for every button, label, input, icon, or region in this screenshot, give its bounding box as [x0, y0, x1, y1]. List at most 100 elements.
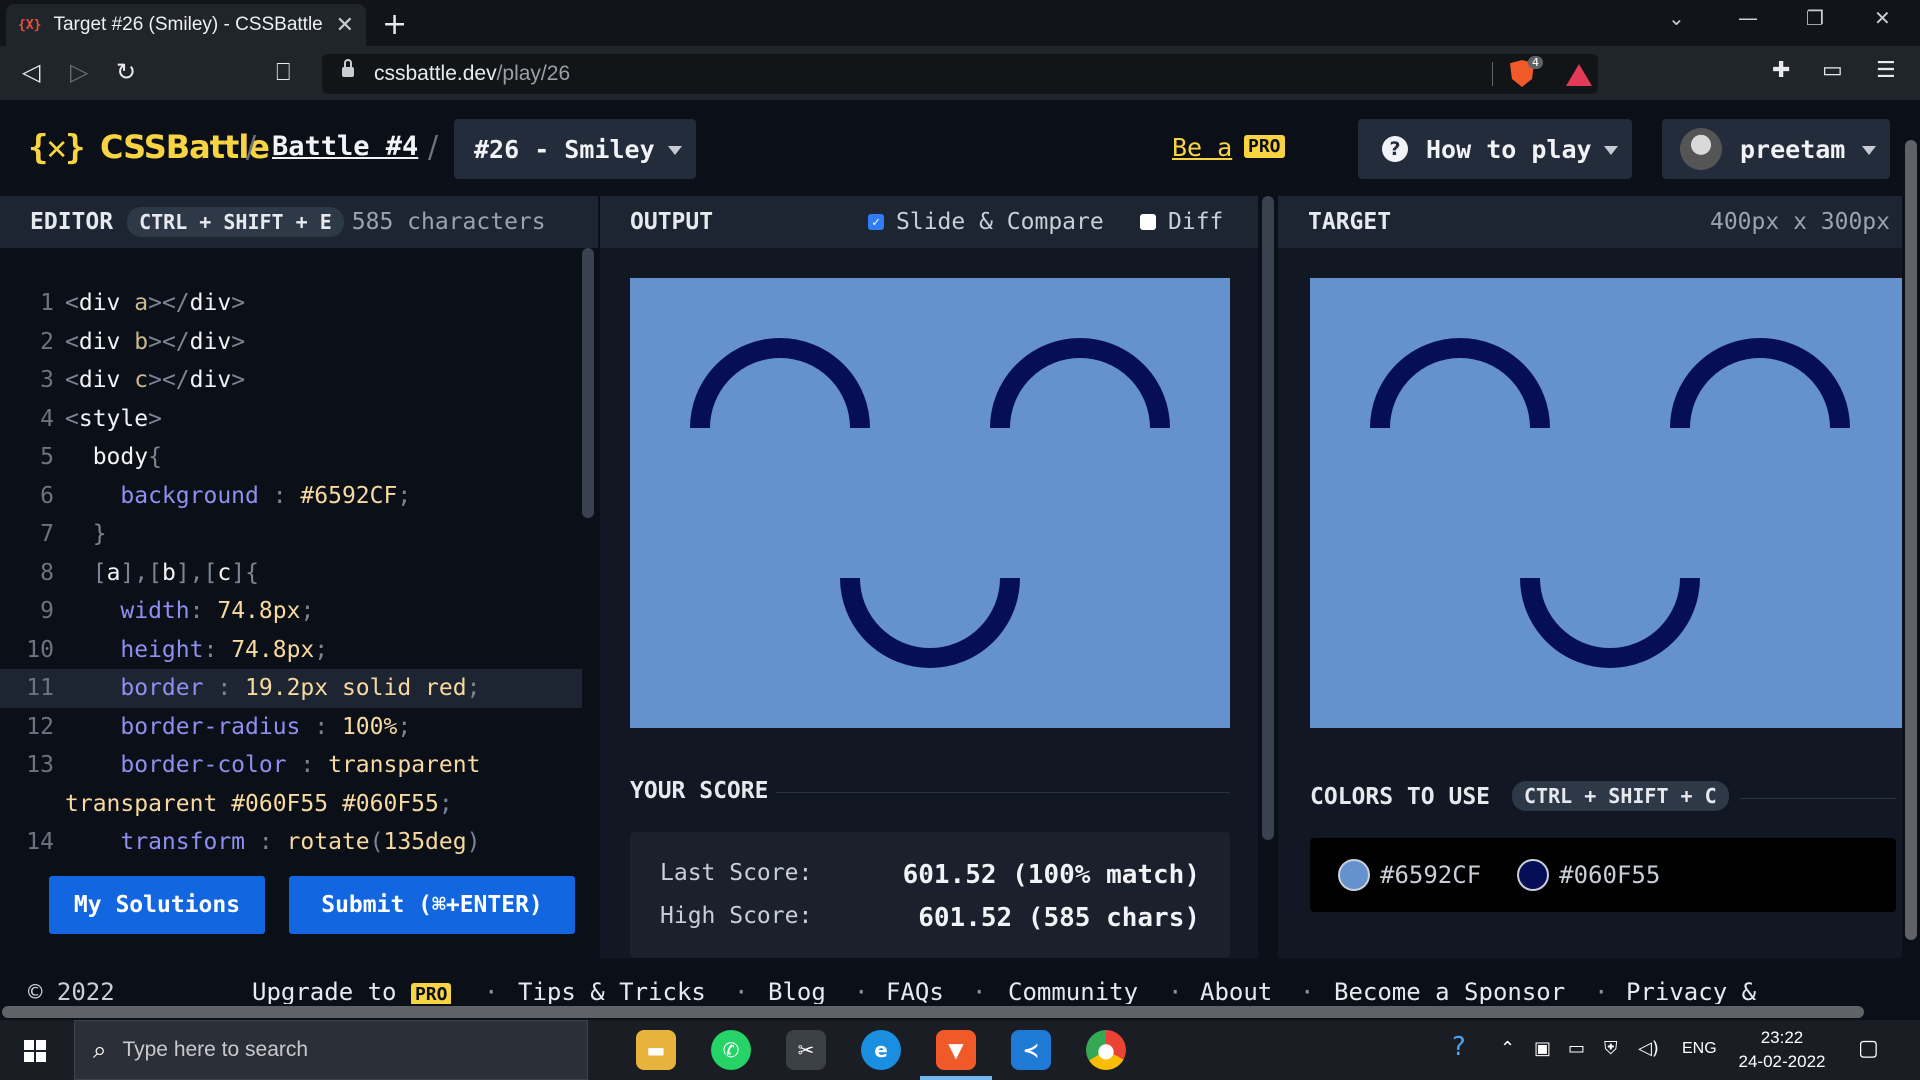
about-link[interactable]: About: [1200, 978, 1272, 1006]
extensions-icon[interactable]: ✚: [1772, 58, 1790, 83]
snipping-tool-icon[interactable]: ✂: [786, 1030, 826, 1070]
display-icon[interactable]: ▣: [1534, 1038, 1551, 1059]
code-line[interactable]: 14 transform : rotate(135deg): [0, 823, 582, 862]
code-line[interactable]: 9 width: 74.8px;: [0, 592, 582, 631]
battery-icon[interactable]: ▭: [1568, 1038, 1585, 1059]
file-explorer-icon[interactable]: ▬: [636, 1030, 676, 1070]
diff-option[interactable]: Diff: [1140, 209, 1223, 235]
wallet-icon[interactable]: ▭: [1822, 58, 1843, 83]
notifications-icon[interactable]: ▢: [1858, 1036, 1879, 1061]
window-close-button[interactable]: ✕: [1874, 6, 1891, 30]
code-text[interactable]: transform : rotate(135deg): [65, 823, 582, 862]
code-line[interactable]: 7 }: [0, 515, 582, 554]
code-text[interactable]: border : 19.2px solid red;: [65, 669, 582, 708]
vscode-icon[interactable]: ≺: [1011, 1030, 1051, 1070]
tips-link[interactable]: Tips & Tricks: [518, 978, 706, 1006]
code-token: ></: [148, 367, 190, 393]
diff-checkbox[interactable]: [1140, 214, 1156, 230]
line-number: 7: [40, 521, 54, 547]
cssbattle-logo-icon[interactable]: {✕}: [28, 128, 85, 168]
chrome-icon[interactable]: ●: [1086, 1030, 1126, 1070]
restore-button[interactable]: ❐: [1806, 6, 1824, 30]
reload-icon[interactable]: ↻: [116, 58, 136, 86]
color-swatch[interactable]: [1338, 859, 1370, 891]
be-pro-link[interactable]: Be a PRO: [1172, 133, 1285, 162]
back-icon[interactable]: ◁: [22, 58, 40, 86]
bookmark-icon[interactable]: ⎕: [276, 58, 290, 86]
code-line[interactable]: 1 <div a></div>: [0, 284, 582, 323]
sponsor-link[interactable]: Become a Sponsor: [1334, 978, 1565, 1006]
security-icon[interactable]: ⛨: [1604, 1038, 1618, 1059]
code-text[interactable]: <div c></div>: [65, 361, 582, 400]
code-text[interactable]: <div b></div>: [65, 323, 582, 362]
tab-search-icon[interactable]: ⌄: [1668, 6, 1685, 30]
user-menu[interactable]: preetam: [1662, 119, 1890, 179]
url-text[interactable]: cssbattle.dev/play/26: [374, 62, 570, 86]
code-text[interactable]: background : #6592CF;: [65, 477, 582, 516]
code-line[interactable]: 6 background : #6592CF;: [0, 477, 582, 516]
color-swatch[interactable]: [1517, 859, 1550, 891]
code-text[interactable]: <style>: [65, 400, 582, 439]
edge-icon[interactable]: e: [861, 1030, 901, 1070]
code-editor[interactable]: 1 <div a></div> 2 <div b></div> 3 <div c></di…: [0, 248, 598, 958]
panel-resize-handle[interactable]: [1262, 196, 1274, 840]
horizontal-scrollbar[interactable]: [0, 1004, 1920, 1020]
whatsapp-icon[interactable]: ✆: [711, 1030, 751, 1070]
editor-scrollbar[interactable]: [582, 248, 594, 518]
code-line[interactable]: 2 <div b></div>: [0, 323, 582, 362]
slide-compare-option[interactable]: ✓ Slide & Compare: [868, 209, 1104, 235]
output-canvas[interactable]: [630, 278, 1230, 728]
code-line[interactable]: 8 [a],[b],[c]{: [0, 554, 582, 593]
language-indicator[interactable]: ENG: [1682, 1040, 1717, 1058]
chevron-up-icon[interactable]: ⌃: [1500, 1038, 1515, 1059]
submit-button[interactable]: Submit (⌘+ENTER): [289, 876, 575, 934]
code-line[interactable]: 3 <div c></div>: [0, 361, 582, 400]
color-hex-label[interactable]: #060F55: [1559, 861, 1660, 889]
color-hex-label[interactable]: #6592CF: [1380, 861, 1481, 889]
menu-icon[interactable]: ☰: [1876, 58, 1896, 83]
code-line[interactable]: 13 border-color : transparent transparen…: [0, 746, 582, 823]
cssbattle-logo-text[interactable]: CSSBattle: [100, 128, 270, 166]
code-text[interactable]: body{: [65, 438, 582, 477]
privacy-link[interactable]: Privacy &: [1626, 978, 1756, 1006]
tab-close-icon[interactable]: ✕: [336, 13, 354, 38]
blog-link[interactable]: Blog: [768, 978, 826, 1006]
windows-start-icon[interactable]: [24, 1040, 46, 1062]
my-solutions-button[interactable]: My Solutions: [49, 876, 265, 934]
target-select-dropdown[interactable]: #26 - Smiley: [454, 119, 696, 179]
breadcrumb-battle-link[interactable]: Battle #4: [272, 131, 418, 162]
page-scrollbar[interactable]: [1902, 100, 1920, 958]
code-line[interactable]: 10 height: 74.8px;: [0, 631, 582, 670]
system-clock[interactable]: 23:22 24-02-2022: [1732, 1026, 1832, 1074]
browser-tab[interactable]: {X} Target #26 (Smiley) - CSSBattle ✕: [6, 4, 366, 46]
volume-icon[interactable]: ◁): [1638, 1038, 1659, 1059]
code-lines[interactable]: 1 <div a></div> 2 <div b></div> 3 <div c></di…: [0, 284, 582, 862]
code-text[interactable]: [a],[b],[c]{: [65, 554, 582, 593]
new-tab-button[interactable]: +: [382, 7, 407, 42]
slide-compare-checkbox[interactable]: ✓: [868, 214, 884, 230]
code-line[interactable]: 4 <style>: [0, 400, 582, 439]
upgrade-link[interactable]: Upgrade to PRO: [252, 978, 452, 1006]
code-text[interactable]: border-radius : 100%;: [65, 708, 582, 747]
code-text[interactable]: }: [65, 515, 582, 554]
brave-rewards-icon[interactable]: [1566, 64, 1592, 86]
community-link[interactable]: Community: [1008, 978, 1138, 1006]
code-text[interactable]: <div a></div>: [65, 284, 582, 323]
code-line[interactable]: 5 body{: [0, 438, 582, 477]
minimize-button[interactable]: —: [1738, 6, 1758, 30]
code-text[interactable]: height: 74.8px;: [65, 631, 582, 670]
code-text[interactable]: border-color : transparent transparent #…: [65, 746, 582, 823]
code-token: border: [65, 675, 204, 701]
faqs-link[interactable]: FAQs: [886, 978, 944, 1006]
code-text[interactable]: width: 74.8px;: [65, 592, 582, 631]
help-tray-icon[interactable]: ?: [1452, 1032, 1466, 1062]
taskbar-search[interactable]: ⌕ Type here to search: [74, 1020, 588, 1080]
address-bar[interactable]: cssbattle.dev/play/26 4: [322, 54, 1598, 94]
brave-browser-icon[interactable]: ▼: [936, 1030, 976, 1070]
colors-shortcut-badge: CTRL + SHIFT + C: [1512, 781, 1729, 811]
code-line[interactable]: 12 border-radius : 100%;: [0, 708, 582, 747]
code-token: c: [217, 559, 232, 586]
code-line[interactable]: 11 border : 19.2px solid red;: [0, 669, 582, 708]
forward-icon[interactable]: ▷: [70, 58, 88, 86]
how-to-play-button[interactable]: ? How to play: [1358, 119, 1632, 179]
